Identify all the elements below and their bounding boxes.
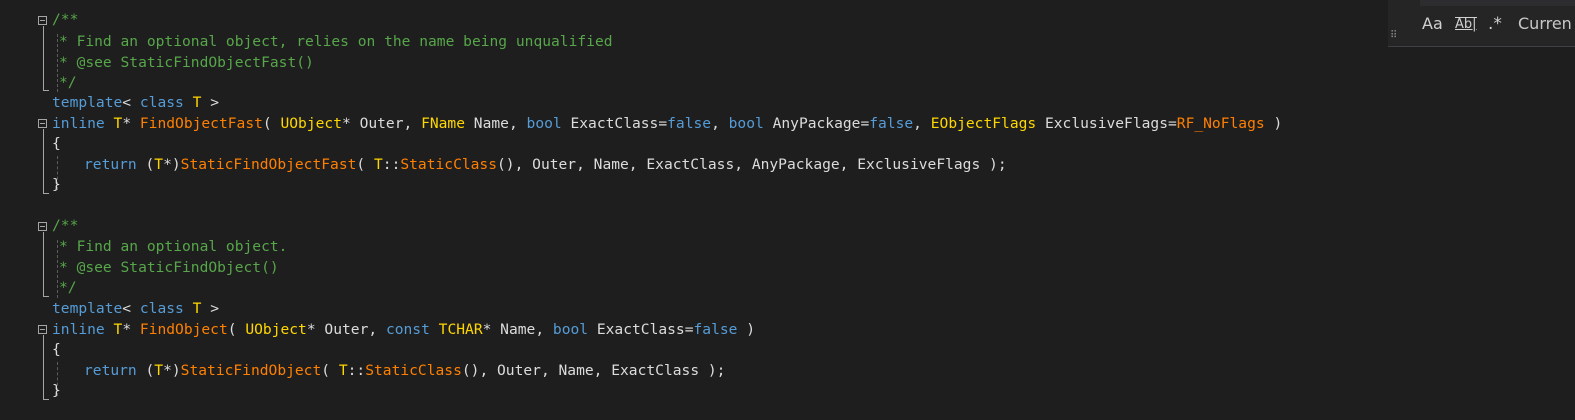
code-line-signature: inline T* FindObjectFast( UObject* Outer… bbox=[52, 115, 1283, 132]
match-whole-word-button[interactable]: Ab| bbox=[1455, 17, 1477, 32]
indent-guide bbox=[57, 34, 58, 92]
fold-bracket bbox=[43, 129, 44, 193]
code-line-template: template< class T > bbox=[52, 300, 219, 317]
code-line-template: template< class T > bbox=[52, 94, 219, 111]
fold-bracket-end bbox=[43, 90, 49, 91]
code-line-comment-close: */ bbox=[59, 74, 77, 91]
find-widget: ⠿ Aa Ab| .* Curren bbox=[1388, 0, 1575, 47]
code-line-comment: * @see StaticFindObject() bbox=[59, 259, 279, 276]
code-line-comment: * Find an optional object, relies on the… bbox=[59, 33, 613, 50]
fold-bracket-end bbox=[43, 399, 49, 400]
code-line-comment-open: /** bbox=[52, 11, 79, 28]
code-line-comment: * @see StaticFindObjectFast() bbox=[59, 54, 314, 71]
indent-guide bbox=[57, 240, 58, 298]
fold-bracket bbox=[43, 335, 44, 399]
fold-bracket bbox=[43, 26, 44, 90]
code-line-brace-open: { bbox=[52, 135, 61, 152]
code-line-brace-close: } bbox=[52, 176, 61, 193]
search-scope-dropdown[interactable]: Curren bbox=[1518, 14, 1572, 33]
code-line-comment-open: /** bbox=[52, 217, 79, 234]
collapse-comment-toggle-1[interactable] bbox=[38, 16, 47, 25]
fold-bracket bbox=[43, 232, 44, 296]
code-line-comment: * Find an optional object. bbox=[59, 238, 288, 255]
code-line-return: return (T*)StaticFindObject( T::StaticCl… bbox=[84, 362, 726, 379]
find-input-edge[interactable] bbox=[1420, 0, 1575, 6]
code-line-return: return (T*)StaticFindObjectFast( T::Stat… bbox=[84, 156, 1007, 173]
code-line-brace-open: { bbox=[52, 341, 61, 358]
resize-grip-icon[interactable]: ⠿ bbox=[1390, 30, 1397, 41]
collapse-function-toggle-1[interactable] bbox=[38, 119, 47, 128]
collapse-comment-toggle-2[interactable] bbox=[38, 222, 47, 231]
code-line-signature: inline T* FindObject( UObject* Outer, co… bbox=[52, 321, 756, 338]
code-line-comment-close: */ bbox=[59, 279, 77, 296]
code-line-brace-close: } bbox=[52, 382, 61, 399]
code-editor[interactable]: /** * Find an optional object, relies on… bbox=[0, 0, 1575, 420]
match-case-button[interactable]: Aa bbox=[1422, 14, 1443, 33]
fold-bracket-end bbox=[43, 193, 49, 194]
fold-bracket-end bbox=[43, 296, 49, 297]
collapse-function-toggle-2[interactable] bbox=[38, 325, 47, 334]
regex-button[interactable]: .* bbox=[1488, 14, 1502, 34]
